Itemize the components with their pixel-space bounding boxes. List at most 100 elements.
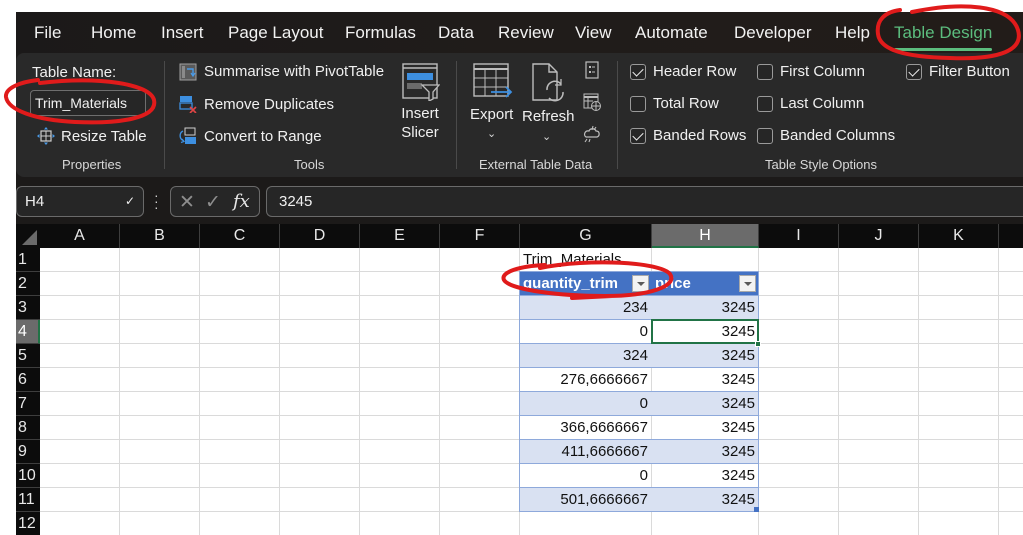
- row-header-9[interactable]: 9: [16, 440, 40, 464]
- checkbox-unchecked[interactable]: [757, 95, 773, 112]
- column-header-c[interactable]: C: [200, 224, 280, 248]
- table-name-input[interactable]: [30, 90, 146, 116]
- column-header-h[interactable]: H: [652, 224, 759, 248]
- row-header-2[interactable]: 2: [16, 272, 40, 296]
- header-row-checkbox[interactable]: Header Row: [630, 63, 736, 80]
- table-cell[interactable]: 3245: [652, 440, 759, 463]
- row-header-11[interactable]: 11: [16, 488, 40, 512]
- properties-icon[interactable]: [583, 61, 601, 79]
- column-header-j[interactable]: J: [839, 224, 919, 248]
- table-cell[interactable]: 0: [520, 464, 652, 487]
- checkbox-unchecked[interactable]: [630, 95, 646, 112]
- table-cell[interactable]: 3245: [652, 296, 759, 319]
- tab-table-design[interactable]: Table Design: [894, 23, 993, 51]
- table-header-quantity-trim[interactable]: quantity_trim: [520, 272, 652, 295]
- column-header-i[interactable]: I: [759, 224, 839, 248]
- table-cell[interactable]: 324: [520, 344, 652, 367]
- export-dropdown-icon[interactable]: ⌄: [487, 127, 496, 140]
- checkbox-checked[interactable]: [630, 63, 646, 80]
- table-title-cell[interactable]: Trim_Materials: [523, 248, 622, 272]
- table-cell[interactable]: 501,6666667: [520, 488, 652, 511]
- row-header-7[interactable]: 7: [16, 392, 40, 416]
- table-resize-handle[interactable]: [754, 507, 759, 512]
- open-in-browser-icon[interactable]: [583, 93, 601, 111]
- column-header-l[interactable]: [999, 224, 1023, 248]
- refresh-dropdown-icon[interactable]: ⌄: [542, 130, 551, 143]
- column-header-b[interactable]: B: [120, 224, 200, 248]
- row-header-6[interactable]: 6: [16, 368, 40, 392]
- tab-page-layout[interactable]: Page Layout: [228, 23, 323, 43]
- tab-formulas[interactable]: Formulas: [345, 23, 416, 43]
- column-header-k[interactable]: K: [919, 224, 999, 248]
- row-header-3[interactable]: 3: [16, 296, 40, 320]
- convert-to-range-button[interactable]: Convert to Range: [204, 128, 322, 146]
- row-header-8[interactable]: 8: [16, 416, 40, 440]
- row-header-4[interactable]: 4: [16, 320, 40, 344]
- convert-to-range-icon: [179, 127, 196, 144]
- cells-area[interactable]: Trim_Materials quantity_trim price 234 3245 0…: [40, 248, 1023, 535]
- tab-developer[interactable]: Developer: [734, 23, 812, 43]
- more-options-icon[interactable]: · · ·: [154, 188, 159, 214]
- tab-help[interactable]: Help: [835, 23, 870, 43]
- remove-duplicates-button[interactable]: Remove Duplicates: [204, 96, 334, 114]
- insert-slicer-button[interactable]: Insert Slicer: [396, 104, 444, 142]
- refresh-button[interactable]: Refresh: [522, 108, 575, 126]
- table-cell[interactable]: 3245: [652, 416, 759, 439]
- table-cell[interactable]: 411,6666667: [520, 440, 652, 463]
- table-cell[interactable]: 3245: [652, 320, 759, 343]
- tab-file[interactable]: File: [34, 23, 61, 43]
- checkbox-unchecked[interactable]: [757, 63, 773, 80]
- banded-rows-checkbox[interactable]: Banded Rows: [630, 127, 746, 144]
- table-cell[interactable]: 3245: [652, 392, 759, 415]
- banded-columns-checkbox[interactable]: Banded Columns: [757, 127, 895, 144]
- tab-review[interactable]: Review: [498, 23, 554, 43]
- insert-function-icon[interactable]: fx: [233, 191, 250, 212]
- filter-dropdown-icon[interactable]: [739, 275, 756, 292]
- tab-view[interactable]: View: [575, 23, 612, 43]
- enter-icon[interactable]: ✓: [205, 191, 221, 214]
- name-box[interactable]: H4 ✓: [16, 186, 144, 217]
- first-column-checkbox[interactable]: First Column: [757, 63, 865, 80]
- row-header-12[interactable]: 12: [16, 512, 40, 535]
- row-header-5[interactable]: 5: [16, 344, 40, 368]
- tab-automate[interactable]: Automate: [635, 23, 708, 43]
- tab-insert[interactable]: Insert: [161, 23, 204, 43]
- total-row-checkbox[interactable]: Total Row: [630, 95, 719, 112]
- table-cell[interactable]: 0: [520, 392, 652, 415]
- cancel-icon[interactable]: ✕: [179, 191, 195, 214]
- table-cell[interactable]: 276,6666667: [520, 368, 652, 391]
- filter-dropdown-icon[interactable]: [632, 275, 649, 292]
- formula-input[interactable]: 3245: [266, 186, 1023, 217]
- column-header-g[interactable]: G: [520, 224, 652, 248]
- column-header-e[interactable]: E: [360, 224, 440, 248]
- column-header-d[interactable]: D: [280, 224, 360, 248]
- row-header-10[interactable]: 10: [16, 464, 40, 488]
- row-header-1[interactable]: 1: [16, 248, 40, 272]
- resize-table-button[interactable]: Resize Table: [61, 128, 147, 146]
- table-cell[interactable]: 0: [520, 320, 652, 343]
- checkbox-checked[interactable]: [630, 127, 646, 144]
- tab-data[interactable]: Data: [438, 23, 474, 43]
- filter-button-checkbox[interactable]: Filter Button: [906, 63, 1010, 80]
- last-column-checkbox[interactable]: Last Column: [757, 95, 864, 112]
- first-column-label: First Column: [780, 63, 866, 80]
- summarise-pivot-button[interactable]: Summarise with PivotTable: [204, 63, 384, 81]
- select-all-button[interactable]: [16, 224, 40, 248]
- name-box-dropdown-icon[interactable]: ✓: [125, 194, 135, 208]
- column-header-f[interactable]: F: [440, 224, 520, 248]
- table-header-price[interactable]: price: [652, 272, 759, 295]
- export-button[interactable]: Export: [470, 106, 513, 124]
- column-header-a[interactable]: A: [40, 224, 120, 248]
- table-cell[interactable]: 3245: [652, 368, 759, 391]
- tab-home[interactable]: Home: [91, 23, 136, 43]
- checkbox-unchecked[interactable]: [757, 127, 773, 144]
- gridline: [119, 248, 120, 535]
- table-cell[interactable]: 3245: [652, 344, 759, 367]
- table-cell[interactable]: 234: [520, 296, 652, 319]
- table-cell[interactable]: 3245: [652, 464, 759, 487]
- unlink-icon[interactable]: [583, 125, 601, 143]
- table-cell[interactable]: 3245: [652, 488, 759, 511]
- checkbox-checked[interactable]: [906, 63, 922, 80]
- fill-handle[interactable]: [755, 341, 761, 347]
- table-cell[interactable]: 366,6666667: [520, 416, 652, 439]
